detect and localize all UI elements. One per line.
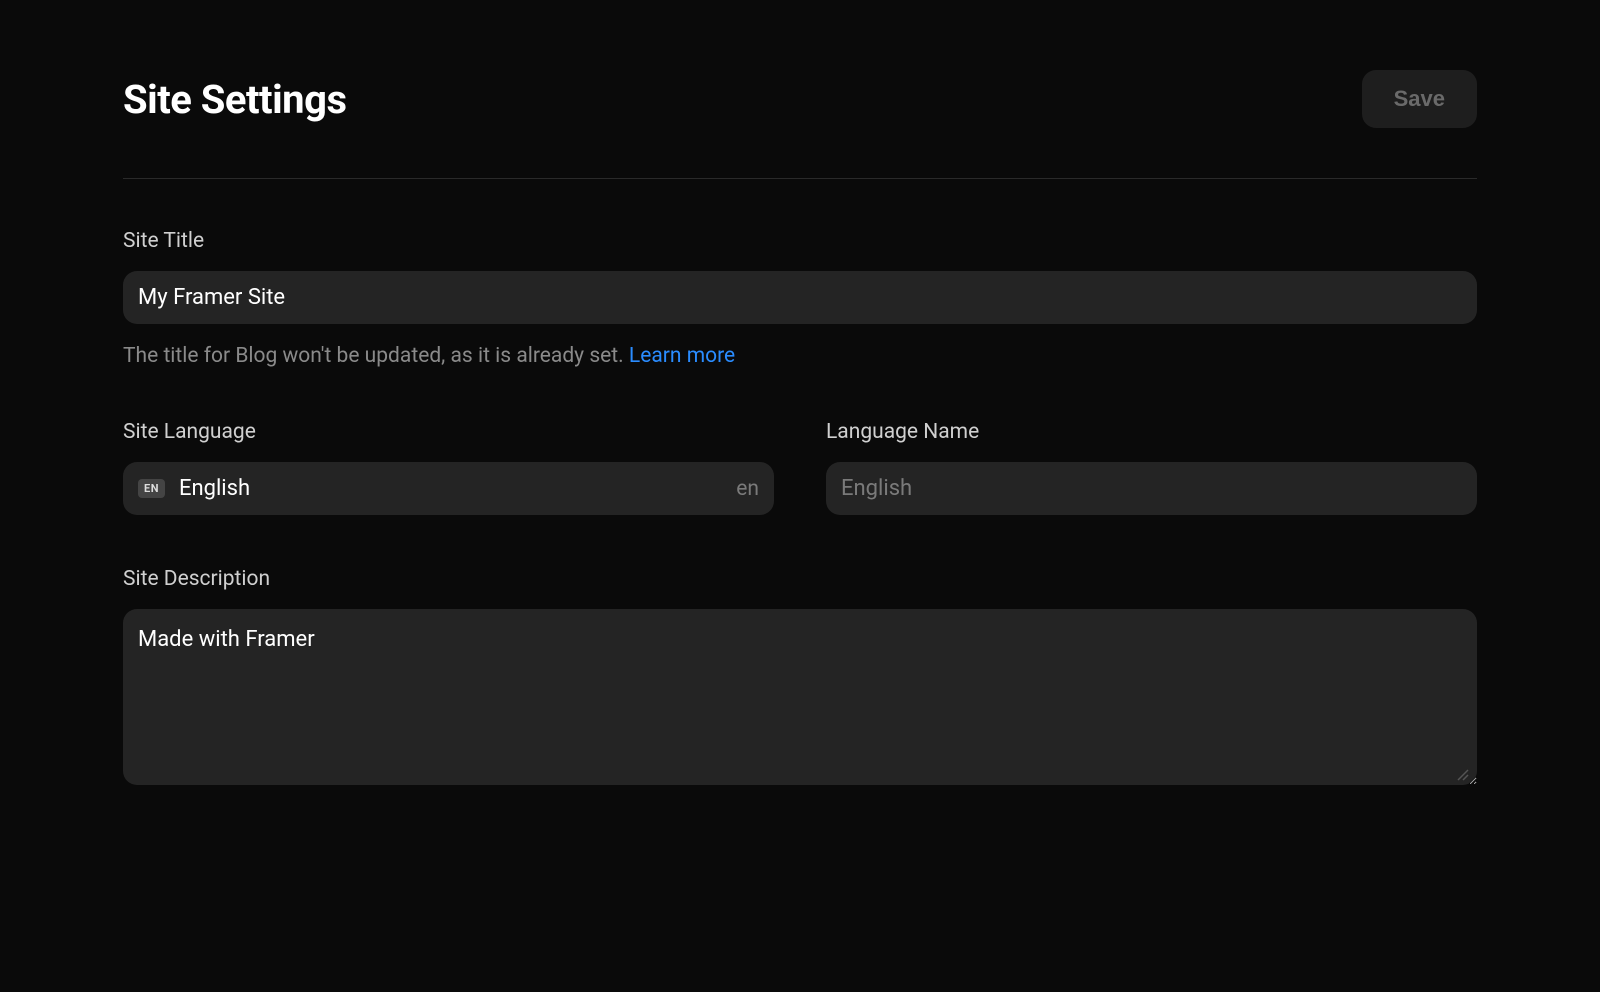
- language-name-field: Language Name: [826, 420, 1477, 515]
- save-button[interactable]: Save: [1362, 70, 1477, 128]
- site-language-select[interactable]: EN English en: [123, 462, 774, 515]
- site-title-input[interactable]: [123, 271, 1477, 324]
- site-language-code: en: [736, 477, 759, 501]
- site-language-label: Site Language: [123, 420, 774, 444]
- language-badge-icon: EN: [138, 479, 165, 498]
- header: Site Settings Save: [123, 70, 1477, 179]
- language-name-input[interactable]: [826, 462, 1477, 515]
- site-language-value: English: [179, 476, 736, 501]
- page-title: Site Settings: [123, 76, 347, 123]
- language-name-label: Language Name: [826, 420, 1477, 444]
- site-description-input[interactable]: [123, 609, 1477, 785]
- site-language-field: Site Language EN English en: [123, 420, 774, 515]
- site-description-label: Site Description: [123, 567, 1477, 591]
- helper-text: The title for Blog won't be updated, as …: [123, 344, 629, 368]
- site-title-helper: The title for Blog won't be updated, as …: [123, 344, 1477, 368]
- site-description-field: Site Description: [123, 567, 1477, 789]
- site-title-field: Site Title The title for Blog won't be u…: [123, 229, 1477, 368]
- site-title-label: Site Title: [123, 229, 1477, 253]
- learn-more-link[interactable]: Learn more: [629, 344, 735, 368]
